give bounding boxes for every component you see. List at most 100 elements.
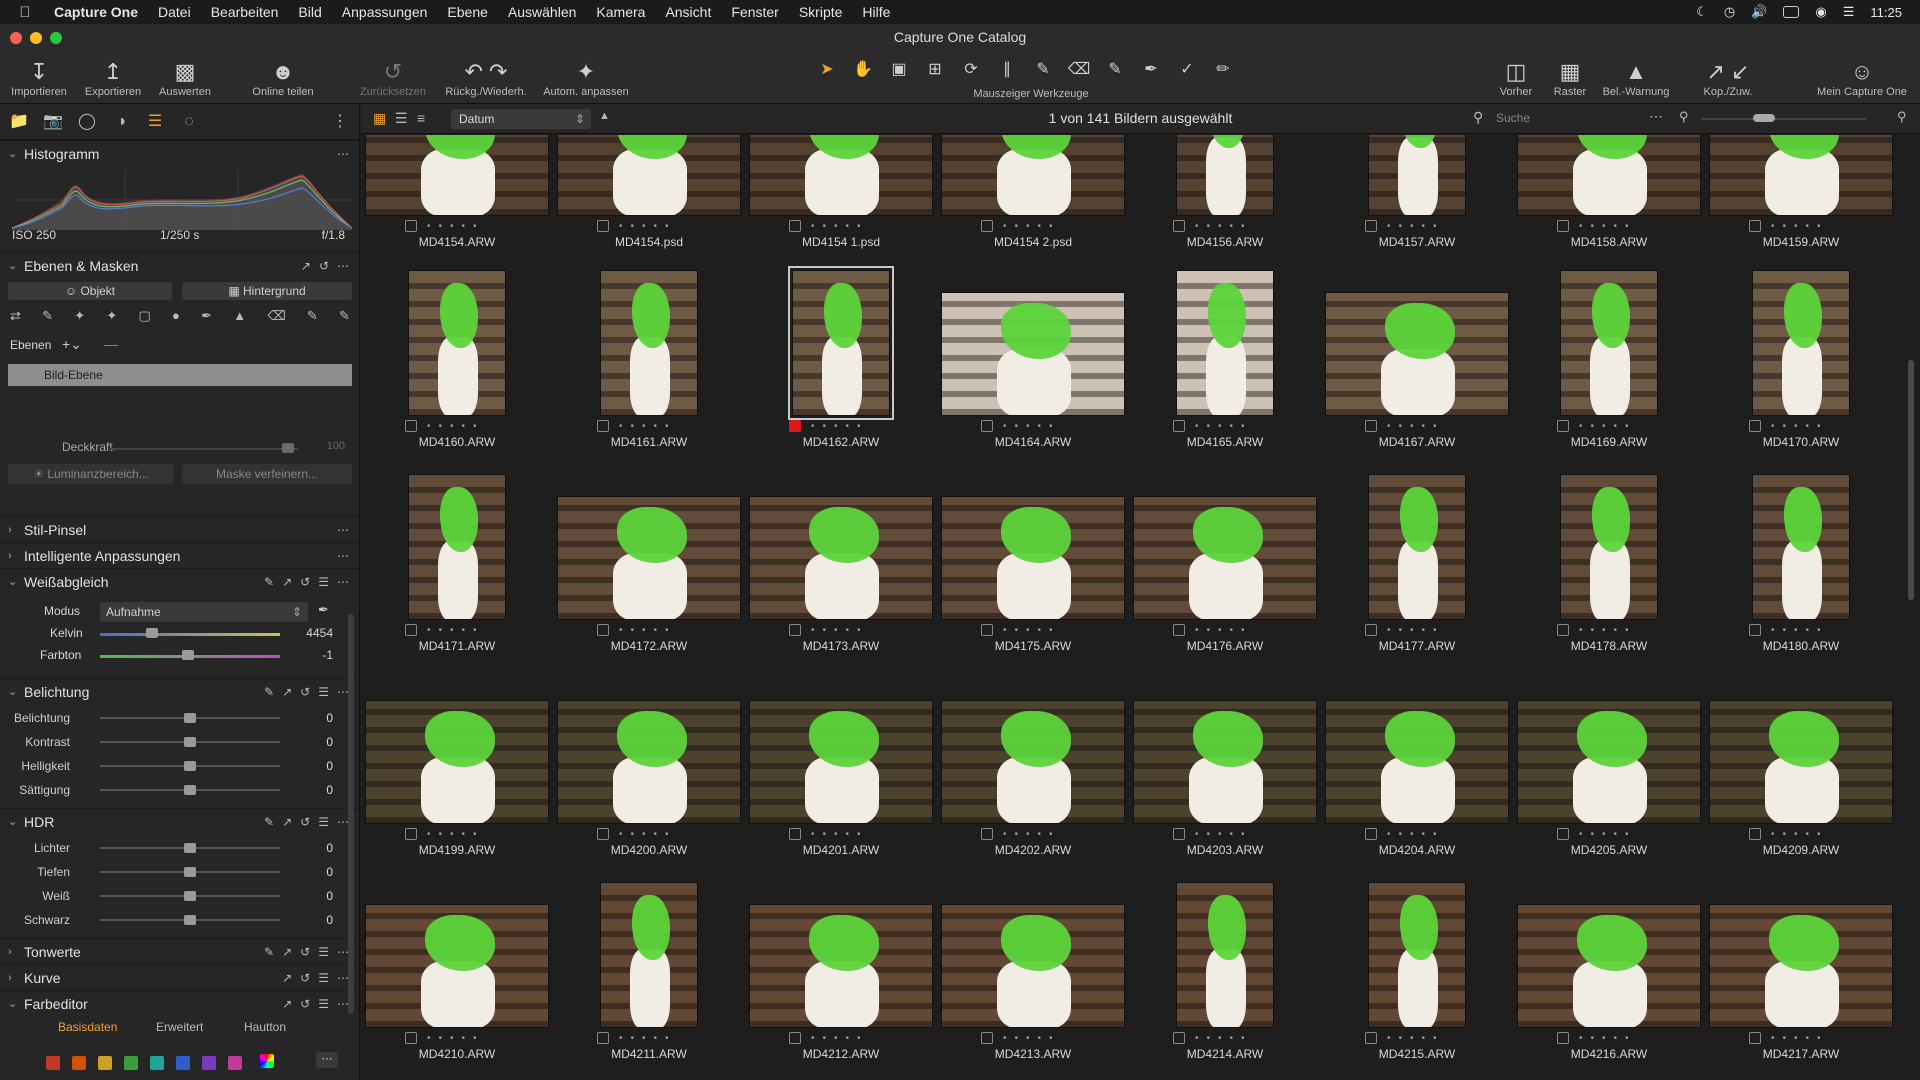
star-rating[interactable]: ••••• (811, 625, 869, 636)
color-tag-checkbox[interactable] (1749, 1032, 1761, 1044)
color-tag-checkbox[interactable] (981, 828, 993, 840)
highlights-knob[interactable] (184, 843, 196, 853)
pick-icon[interactable]: ↗ (282, 997, 292, 1011)
tab-skin-tone[interactable]: Hautton (244, 1020, 286, 1034)
thumbnail-image[interactable] (557, 700, 741, 824)
star-rating[interactable]: ••••• (427, 421, 485, 432)
color-swatch[interactable] (46, 1056, 60, 1070)
color-tag-checkbox[interactable] (597, 420, 609, 432)
zoom-out-icon[interactable]: ⚲ (1679, 109, 1689, 125)
draw-mask-icon[interactable]: ✎ (42, 308, 53, 328)
hdr-header[interactable]: ⌄ HDR ✎ ↗ ↺ ☰ ⋯ (0, 808, 359, 834)
exposure-slider-row[interactable]: Belichtung 0 (0, 706, 359, 730)
color-tag-checkbox[interactable] (1557, 220, 1569, 232)
color-tag-checkbox[interactable] (1749, 828, 1761, 840)
panel-scrollbar[interactable] (348, 614, 354, 1014)
color-swatch[interactable] (228, 1056, 242, 1070)
list-icon[interactable]: ☰ (318, 997, 329, 1011)
thumbnail-image[interactable] (365, 135, 549, 216)
star-rating[interactable]: ••••• (619, 829, 677, 840)
clock[interactable]: 11:25 (1870, 5, 1902, 20)
evaluate-button[interactable]: ▩ Auswerten (152, 58, 218, 98)
kelvin-knob[interactable] (146, 628, 158, 638)
thumbnail-image[interactable] (749, 700, 933, 824)
color-tag-checkbox[interactable] (1365, 220, 1377, 232)
kelvin-value[interactable]: 4454 (306, 626, 333, 640)
star-rating[interactable]: ••••• (619, 1033, 677, 1044)
thumbnail-item[interactable]: ••••• MD4176.ARW (1129, 474, 1321, 678)
capture-tab-icon[interactable]: 📷 (40, 110, 66, 134)
thumbnail-image[interactable] (1325, 700, 1509, 824)
star-rating[interactable]: ••••• (811, 829, 869, 840)
search-options-icon[interactable]: ⋯ (1649, 108, 1663, 125)
color-tag-checkbox[interactable] (981, 220, 993, 232)
radial-gradient-icon[interactable]: ● (172, 308, 180, 328)
thumbnail-item[interactable]: ••••• MD4171.ARW (361, 474, 553, 678)
opacity-slider[interactable] (110, 448, 298, 450)
star-rating[interactable]: ••••• (1195, 1033, 1253, 1044)
copy-apply-button[interactable]: ↗ ↙ Kop./Zuw. (1692, 58, 1764, 98)
refine-brush-icon[interactable]: ✎ (307, 308, 318, 328)
star-rating[interactable]: ••••• (427, 829, 485, 840)
thumbnail-image[interactable] (557, 135, 741, 216)
star-rating[interactable]: ••••• (619, 221, 677, 232)
contrast-slider-row[interactable]: Kontrast 0 (0, 730, 359, 754)
reset-icon[interactable]: ↺ (300, 815, 310, 829)
color-tag-checkbox[interactable] (789, 624, 801, 636)
thumbnail-item[interactable]: ••••• MD4156.ARW (1129, 135, 1321, 274)
star-rating[interactable]: ••••• (1003, 221, 1061, 232)
color-tag-checkbox[interactable] (597, 828, 609, 840)
thumbnail-item[interactable]: ••••• MD4157.ARW (1321, 135, 1513, 274)
color-tag-checkbox[interactable] (597, 1032, 609, 1044)
opacity-knob[interactable] (282, 443, 294, 453)
star-rating[interactable]: ••••• (427, 1033, 485, 1044)
object-button[interactable]: ☺ Objekt (8, 282, 172, 300)
star-rating[interactable]: ••••• (1003, 421, 1061, 432)
color-tag-checkbox[interactable] (405, 624, 417, 636)
more-icon[interactable]: ⋯ (337, 523, 349, 537)
color-swatch[interactable] (202, 1056, 216, 1070)
star-rating[interactable]: ••••• (1195, 221, 1253, 232)
more-swatches-button[interactable]: ⋯ (316, 1052, 338, 1068)
color-tag-checkbox[interactable] (405, 828, 417, 840)
library-tab-icon[interactable]: 📁 (6, 110, 32, 134)
thumbnail-image[interactable] (749, 496, 933, 620)
exposure-knob[interactable] (184, 713, 196, 723)
thumbnail-item[interactable]: ••••• MD4159.ARW (1705, 135, 1896, 274)
thumbnail-image[interactable] (1709, 135, 1893, 216)
linear-gradient-icon[interactable]: ▢ (139, 308, 151, 328)
thumbnail-image[interactable] (1176, 135, 1274, 216)
menu-anpassungen[interactable]: Anpassungen (332, 4, 438, 20)
thumbnail-image[interactable] (749, 904, 933, 1028)
thumbnail-image[interactable] (749, 135, 933, 216)
grid-button[interactable]: ▦ Raster (1546, 58, 1594, 98)
auto-adjust-button[interactable]: ✦ Autom. anpassen (536, 58, 636, 98)
exposure-header[interactable]: ⌄ Belichtung ✎ ↗ ↺ ☰ ⋯ (0, 678, 359, 704)
layers-header[interactable]: ⌄ Ebenen & Masken ↗ ↺ ⋯ (0, 252, 359, 278)
star-rating[interactable]: ••••• (1579, 221, 1637, 232)
thumbnail-item[interactable]: ••••• MD4215.ARW (1321, 882, 1513, 1080)
heal-icon[interactable]: ✒ (201, 308, 212, 328)
thumbnail-item[interactable]: ••••• MD4177.ARW (1321, 474, 1513, 678)
more-icon[interactable]: ⋯ (337, 147, 349, 161)
pick-icon[interactable]: ↗ (301, 259, 311, 273)
histogram-header[interactable]: ⌄ Histogramm ⋯ (0, 140, 359, 166)
star-rating[interactable]: ••••• (619, 421, 677, 432)
color-tag-checkbox[interactable] (789, 828, 801, 840)
thumbnail-image[interactable] (1517, 700, 1701, 824)
color-tag-checkbox[interactable] (981, 624, 993, 636)
color-tag-checkbox[interactable] (1173, 624, 1185, 636)
thumbnail-size-slider[interactable] (1701, 118, 1866, 120)
volume-icon[interactable]: 🔊 (1751, 4, 1767, 20)
heal-tool-icon[interactable]: ✒ (1136, 59, 1166, 79)
gradient-tool-icon[interactable]: ✎ (1100, 59, 1130, 79)
thumbnail-item[interactable]: ••••• MD4169.ARW (1513, 270, 1705, 474)
undo-redo-button[interactable]: ↶ ↷ Rückg./Wiederh. (438, 58, 534, 98)
more-icon[interactable]: ⋯ (337, 259, 349, 273)
star-rating[interactable]: ••••• (1387, 625, 1445, 636)
thumbnail-image[interactable] (941, 135, 1125, 216)
star-rating[interactable]: ••••• (427, 221, 485, 232)
color-tag-checkbox[interactable] (1173, 828, 1185, 840)
saturation-knob[interactable] (184, 785, 196, 795)
reset-icon[interactable]: ↺ (300, 575, 310, 589)
